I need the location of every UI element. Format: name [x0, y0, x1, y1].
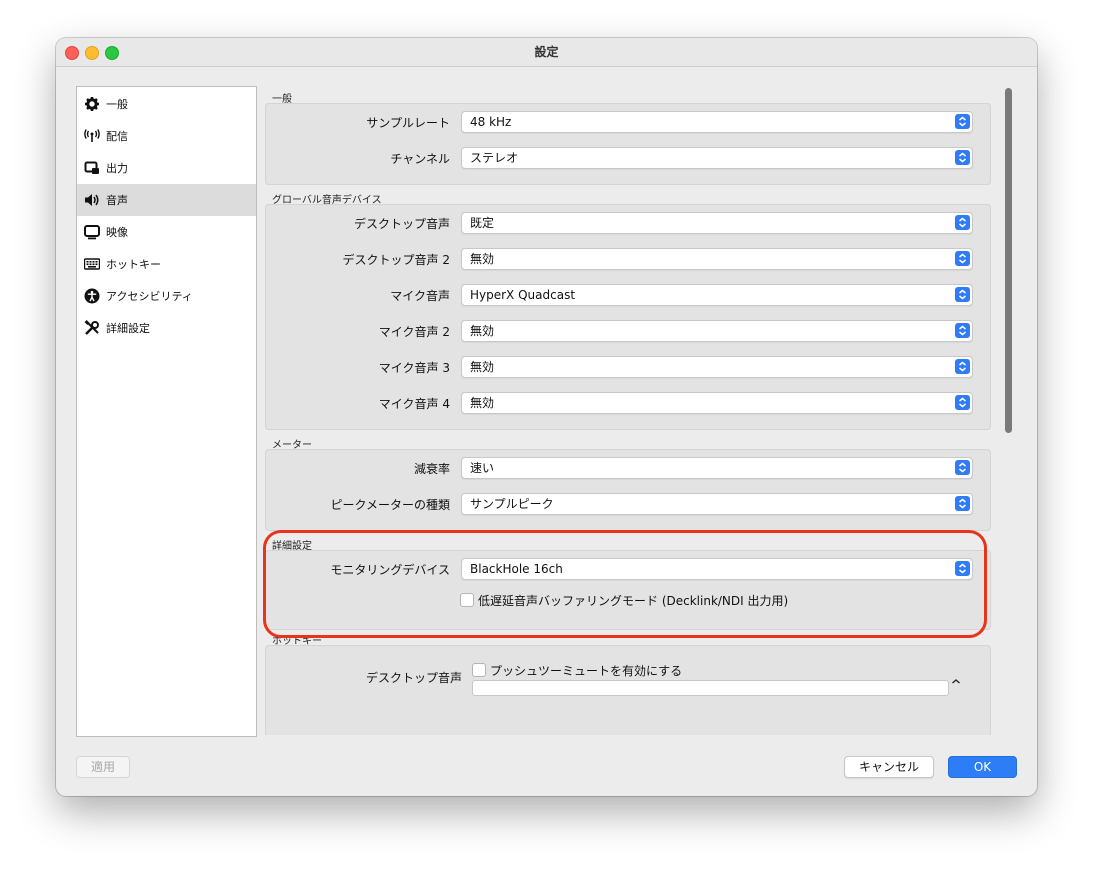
monitor-icon: [84, 224, 100, 240]
stepper-chevron-icon: [955, 251, 970, 266]
push-to-mute-checkbox[interactable]: [472, 663, 486, 677]
tools-icon: [84, 320, 100, 336]
mic-audio-select[interactable]: HyperX Quadcast: [461, 284, 973, 306]
sidebar-item-label: アクセシビリティ: [106, 290, 193, 303]
settings-sidebar: 一般 配信 出力 音声 映像 ホットキー アクセシビリティ 詳細設定: [76, 86, 257, 737]
mic-audio-label: マイク音声: [390, 289, 450, 303]
cancel-button[interactable]: キャンセル: [844, 756, 934, 778]
ok-button[interactable]: OK: [948, 756, 1017, 778]
annotation-highlight-box: [263, 530, 987, 638]
sample-rate-label: サンプルレート: [366, 116, 450, 130]
decay-rate-label: 減衰率: [413, 462, 450, 476]
sidebar-item-label: 配信: [106, 130, 128, 143]
peak-meter-type-label: ピークメーターの種類: [330, 498, 450, 512]
stepper-chevron-icon: [955, 150, 970, 165]
general-group: サンプルレート 48 kHz チャンネル ステレオ: [265, 103, 991, 185]
push-to-mute-label: プッシュツーミュートを有効にする: [490, 664, 683, 678]
sidebar-item-video[interactable]: 映像: [77, 216, 256, 248]
apply-button[interactable]: 適用: [76, 756, 130, 778]
stepper-chevron-icon: [955, 287, 970, 302]
sidebar-item-advanced[interactable]: 詳細設定: [77, 312, 256, 344]
stepper-chevron-icon: [955, 496, 970, 511]
window-title: 設定: [534, 45, 559, 59]
sidebar-item-general[interactable]: 一般: [77, 88, 256, 120]
stepper-chevron-icon: [955, 215, 970, 230]
sidebar-item-audio[interactable]: 音声: [77, 184, 256, 216]
hotkey-desktop-audio-label: デスクトップ音声: [365, 671, 462, 685]
mic-audio-4-label: マイク音声 4: [378, 397, 450, 411]
mic-audio-2-label: マイク音声 2: [378, 325, 450, 339]
settings-window: 設定 一般 配信 出力 音声 映像 ホットキー アクセシビリティ 詳細設定 一般…: [56, 38, 1037, 796]
gear-icon: [84, 96, 100, 112]
stepper-chevron-icon: [955, 460, 970, 475]
sidebar-item-label: 映像: [106, 226, 128, 239]
title-bar: 設定: [56, 38, 1037, 67]
sample-rate-select[interactable]: 48 kHz: [461, 111, 973, 133]
decay-rate-select[interactable]: 速い: [461, 457, 973, 479]
sidebar-item-stream[interactable]: 配信: [77, 120, 256, 152]
sidebar-item-output[interactable]: 出力: [77, 152, 256, 184]
stepper-chevron-icon: [955, 359, 970, 374]
desktop-audio-label: デスクトップ音声: [353, 217, 450, 231]
stepper-chevron-icon: [955, 323, 970, 338]
accessibility-icon: [84, 288, 100, 304]
desktop-audio-2-select[interactable]: 無効: [461, 248, 973, 270]
desktop-audio-2-label: デスクトップ音声 2: [342, 253, 450, 267]
mic-audio-4-select[interactable]: 無効: [461, 392, 973, 414]
content-scrollbar[interactable]: [1002, 88, 1014, 734]
scrollbar-thumb[interactable]: [1005, 88, 1012, 433]
stepper-chevron-icon: [955, 114, 970, 129]
sidebar-item-label: 音声: [106, 194, 128, 207]
output-icon: [84, 160, 100, 176]
push-to-mute-delay-field[interactable]: [472, 680, 949, 696]
sidebar-item-label: 詳細設定: [106, 322, 150, 335]
delay-stepper-icon[interactable]: [950, 678, 962, 692]
sidebar-item-hotkeys[interactable]: ホットキー: [77, 248, 256, 280]
sidebar-item-label: 一般: [106, 98, 128, 111]
channels-label: チャンネル: [390, 152, 450, 166]
mic-audio-2-select[interactable]: 無効: [461, 320, 973, 342]
meter-group: 減衰率 速い ピークメーターの種類 サンプルピーク: [265, 449, 991, 531]
speaker-icon: [84, 192, 100, 208]
hotkeys-group: デスクトップ音声 プッシュツーミュートを有効にする: [265, 645, 991, 735]
sidebar-item-label: ホットキー: [106, 258, 161, 271]
antenna-icon: [84, 128, 100, 144]
channels-select[interactable]: ステレオ: [461, 147, 973, 169]
sidebar-item-label: 出力: [106, 162, 128, 175]
stepper-chevron-icon: [955, 395, 970, 410]
mic-audio-3-label: マイク音声 3: [378, 361, 450, 375]
peak-meter-type-select[interactable]: サンプルピーク: [461, 493, 973, 515]
sidebar-item-accessibility[interactable]: アクセシビリティ: [77, 280, 256, 312]
desktop-audio-select[interactable]: 既定: [461, 212, 973, 234]
global-audio-group: デスクトップ音声 既定 デスクトップ音声 2 無効 マイク音声 HyperX Q…: [265, 204, 991, 430]
keyboard-icon: [84, 256, 100, 272]
mic-audio-3-select[interactable]: 無効: [461, 356, 973, 378]
